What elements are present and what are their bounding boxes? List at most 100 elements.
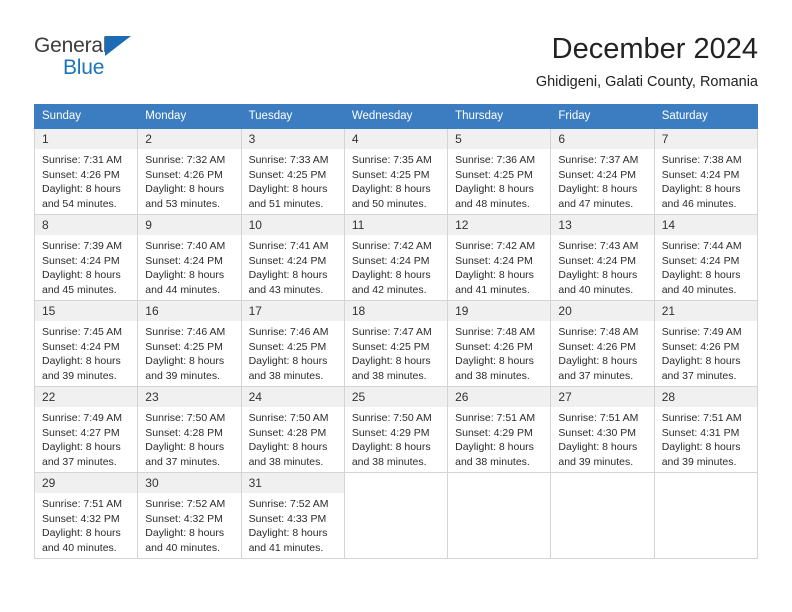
day-details: Sunrise: 7:49 AM Sunset: 4:26 PM Daylight:…: [655, 321, 757, 383]
title-block: December 2024 Ghidigeni, Galati County, …: [536, 30, 758, 92]
daylight-text-line1: Daylight: 8 hours: [248, 441, 328, 454]
day-number: [551, 473, 654, 493]
daylight-text-line1: Daylight: 8 hours: [248, 269, 328, 282]
sunrise-text: Sunrise: 7:51 AM: [42, 498, 122, 510]
calendar-day-cell[interactable]: 7 Sunrise: 7:38 AM Sunset: 4:24 PM Daylight…: [653, 128, 759, 215]
calendar-day-cell[interactable]: 9 Sunrise: 7:40 AM Sunset: 4:24 PM Daylight…: [137, 214, 242, 301]
calendar-day-cell[interactable]: 2 Sunrise: 7:32 AM Sunset: 4:26 PM Daylight…: [137, 128, 242, 215]
sunset-text: Sunset: 4:32 PM: [42, 512, 120, 525]
calendar-day-cell[interactable]: 1 Sunrise: 7:31 AM Sunset: 4:26 PM Daylight…: [33, 128, 139, 215]
sunrise-text: Sunrise: 7:43 AM: [558, 240, 639, 252]
day-number: 12: [448, 215, 551, 235]
sunset-text: Sunset: 4:25 PM: [248, 168, 327, 181]
sunset-text: Sunset: 4:33 PM: [248, 512, 327, 525]
calendar-day-cell[interactable]: 31 Sunrise: 7:52 AM Sunset: 4:33 PM Dayligh…: [240, 472, 345, 559]
daylight-text-line2: and 40 minutes.: [558, 283, 634, 296]
calendar-day-cell[interactable]: 6 Sunrise: 7:37 AM Sunset: 4:24 PM Daylight…: [550, 128, 655, 215]
day-details: [448, 493, 550, 497]
day-number: 9: [138, 215, 241, 235]
calendar-day-cell[interactable]: 29 Sunrise: 7:51 AM Sunset: 4:32 PM Dayligh…: [33, 472, 139, 559]
sunset-text: Sunset: 4:24 PM: [42, 254, 120, 267]
sunset-text: Sunset: 4:26 PM: [145, 168, 223, 181]
calendar-day-cell[interactable]: 3 Sunrise: 7:33 AM Sunset: 4:25 PM Daylight…: [240, 128, 345, 215]
calendar-day-cell[interactable]: 20 Sunrise: 7:48 AM Sunset: 4:26 PM Dayligh…: [550, 300, 655, 387]
calendar-day-cell[interactable]: 12 Sunrise: 7:42 AM Sunset: 4:24 PM Dayligh…: [447, 214, 552, 301]
calendar-day-cell-empty: [447, 472, 552, 559]
calendar-day-cell[interactable]: 30 Sunrise: 7:52 AM Sunset: 4:32 PM Dayligh…: [137, 472, 242, 559]
calendar-day-cell[interactable]: 14 Sunrise: 7:44 AM Sunset: 4:24 PM Dayligh…: [653, 214, 759, 301]
sunset-text: Sunset: 4:27 PM: [42, 426, 120, 439]
weekday-header-sunday: Sunday: [33, 104, 139, 129]
daylight-text-line2: and 43 minutes.: [248, 283, 324, 296]
page-title: December 2024: [551, 33, 758, 65]
daylight-text-line2: and 37 minutes.: [145, 455, 220, 468]
calendar-body: 1 Sunrise: 7:31 AM Sunset: 4:26 PM Daylight…: [33, 128, 759, 559]
calendar-week-row: 29 Sunrise: 7:51 AM Sunset: 4:32 PM Dayligh…: [33, 472, 759, 559]
day-details: Sunrise: 7:46 AM Sunset: 4:25 PM Daylight:…: [242, 321, 344, 383]
calendar-day-cell[interactable]: 11 Sunrise: 7:42 AM Sunset: 4:24 PM Dayligh…: [343, 214, 449, 301]
daylight-text-line1: Daylight: 8 hours: [42, 355, 121, 368]
day-number: 15: [35, 301, 138, 321]
sunset-text: Sunset: 4:24 PM: [661, 254, 740, 267]
sunrise-text: Sunrise: 7:48 AM: [455, 326, 536, 338]
sunset-text: Sunset: 4:24 PM: [42, 340, 120, 353]
daylight-text-line2: and 38 minutes.: [351, 369, 427, 382]
day-details: Sunrise: 7:39 AM Sunset: 4:24 PM Daylight:…: [35, 235, 137, 297]
sunset-text: Sunset: 4:26 PM: [42, 168, 120, 181]
day-number: 16: [138, 301, 241, 321]
weekday-header-saturday: Saturday: [653, 104, 759, 129]
daylight-text-line1: Daylight: 8 hours: [42, 183, 121, 196]
calendar-day-cell[interactable]: 18 Sunrise: 7:47 AM Sunset: 4:25 PM Dayligh…: [343, 300, 449, 387]
daylight-text-line2: and 40 minutes.: [661, 283, 737, 296]
day-number: 20: [551, 301, 654, 321]
day-number: 31: [241, 473, 344, 493]
calendar-day-cell[interactable]: 26 Sunrise: 7:51 AM Sunset: 4:29 PM Dayligh…: [447, 386, 552, 473]
calendar-day-cell[interactable]: 8 Sunrise: 7:39 AM Sunset: 4:24 PM Daylight…: [33, 214, 139, 301]
daylight-text-line1: Daylight: 8 hours: [248, 183, 328, 196]
calendar-day-cell[interactable]: 5 Sunrise: 7:36 AM Sunset: 4:25 PM Daylight…: [447, 128, 552, 215]
page-subtitle: Ghidigeni, Galati County, Romania: [535, 74, 758, 90]
daylight-text-line1: Daylight: 8 hours: [455, 183, 534, 196]
calendar-day-cell[interactable]: 21 Sunrise: 7:49 AM Sunset: 4:26 PM Dayligh…: [653, 300, 759, 387]
sunrise-text: Sunrise: 7:48 AM: [558, 326, 639, 338]
calendar-page: General Blue December 2024 Ghidigeni, Ga…: [0, 0, 792, 612]
daylight-text-line2: and 38 minutes.: [351, 455, 427, 468]
calendar-day-cell[interactable]: 19 Sunrise: 7:48 AM Sunset: 4:26 PM Dayligh…: [447, 300, 552, 387]
calendar-day-cell[interactable]: 27 Sunrise: 7:51 AM Sunset: 4:30 PM Dayligh…: [550, 386, 655, 473]
sunrise-text: Sunrise: 7:50 AM: [248, 412, 329, 424]
calendar-day-cell[interactable]: 16 Sunrise: 7:46 AM Sunset: 4:25 PM Dayligh…: [137, 300, 242, 387]
calendar-day-cell[interactable]: 24 Sunrise: 7:50 AM Sunset: 4:28 PM Dayligh…: [240, 386, 345, 473]
day-number: 25: [344, 387, 448, 407]
calendar-day-cell[interactable]: 28 Sunrise: 7:51 AM Sunset: 4:31 PM Dayligh…: [653, 386, 759, 473]
sunset-text: Sunset: 4:29 PM: [455, 426, 533, 439]
day-number: 10: [241, 215, 344, 235]
sunset-text: Sunset: 4:24 PM: [661, 168, 740, 181]
daylight-text-line2: and 39 minutes.: [661, 455, 737, 468]
daylight-text-line1: Daylight: 8 hours: [248, 527, 328, 540]
day-number: 18: [344, 301, 448, 321]
day-number: 14: [654, 215, 757, 235]
calendar-day-cell[interactable]: 15 Sunrise: 7:45 AM Sunset: 4:24 PM Dayligh…: [33, 300, 139, 387]
sunrise-text: Sunrise: 7:45 AM: [42, 326, 122, 338]
calendar-day-cell[interactable]: 10 Sunrise: 7:41 AM Sunset: 4:24 PM Dayligh…: [240, 214, 345, 301]
day-details: Sunrise: 7:49 AM Sunset: 4:27 PM Daylight:…: [35, 407, 137, 469]
daylight-text-line2: and 40 minutes.: [145, 541, 220, 554]
daylight-text-line2: and 39 minutes.: [42, 369, 117, 382]
day-details: Sunrise: 7:42 AM Sunset: 4:24 PM Daylight:…: [345, 235, 447, 297]
calendar-day-cell[interactable]: 17 Sunrise: 7:46 AM Sunset: 4:25 PM Dayligh…: [240, 300, 345, 387]
daylight-text-line2: and 48 minutes.: [455, 197, 530, 210]
general-blue-logo[interactable]: General Blue: [34, 30, 184, 92]
day-details: Sunrise: 7:35 AM Sunset: 4:25 PM Daylight:…: [345, 149, 447, 211]
calendar-day-cell[interactable]: 13 Sunrise: 7:43 AM Sunset: 4:24 PM Dayligh…: [550, 214, 655, 301]
day-details: Sunrise: 7:37 AM Sunset: 4:24 PM Daylight:…: [551, 149, 653, 211]
day-details: Sunrise: 7:41 AM Sunset: 4:24 PM Daylight:…: [242, 235, 344, 297]
day-details: Sunrise: 7:32 AM Sunset: 4:26 PM Daylight:…: [138, 149, 240, 211]
sunrise-text: Sunrise: 7:31 AM: [42, 154, 122, 166]
day-details: [655, 493, 757, 497]
calendar-day-cell[interactable]: 4 Sunrise: 7:35 AM Sunset: 4:25 PM Daylight…: [343, 128, 449, 215]
calendar-day-cell[interactable]: 23 Sunrise: 7:50 AM Sunset: 4:28 PM Dayligh…: [137, 386, 242, 473]
calendar-day-cell[interactable]: 22 Sunrise: 7:49 AM Sunset: 4:27 PM Dayligh…: [33, 386, 139, 473]
daylight-text-line2: and 54 minutes.: [42, 197, 117, 210]
daylight-text-line2: and 40 minutes.: [42, 541, 117, 554]
calendar-day-cell[interactable]: 25 Sunrise: 7:50 AM Sunset: 4:29 PM Dayligh…: [343, 386, 449, 473]
